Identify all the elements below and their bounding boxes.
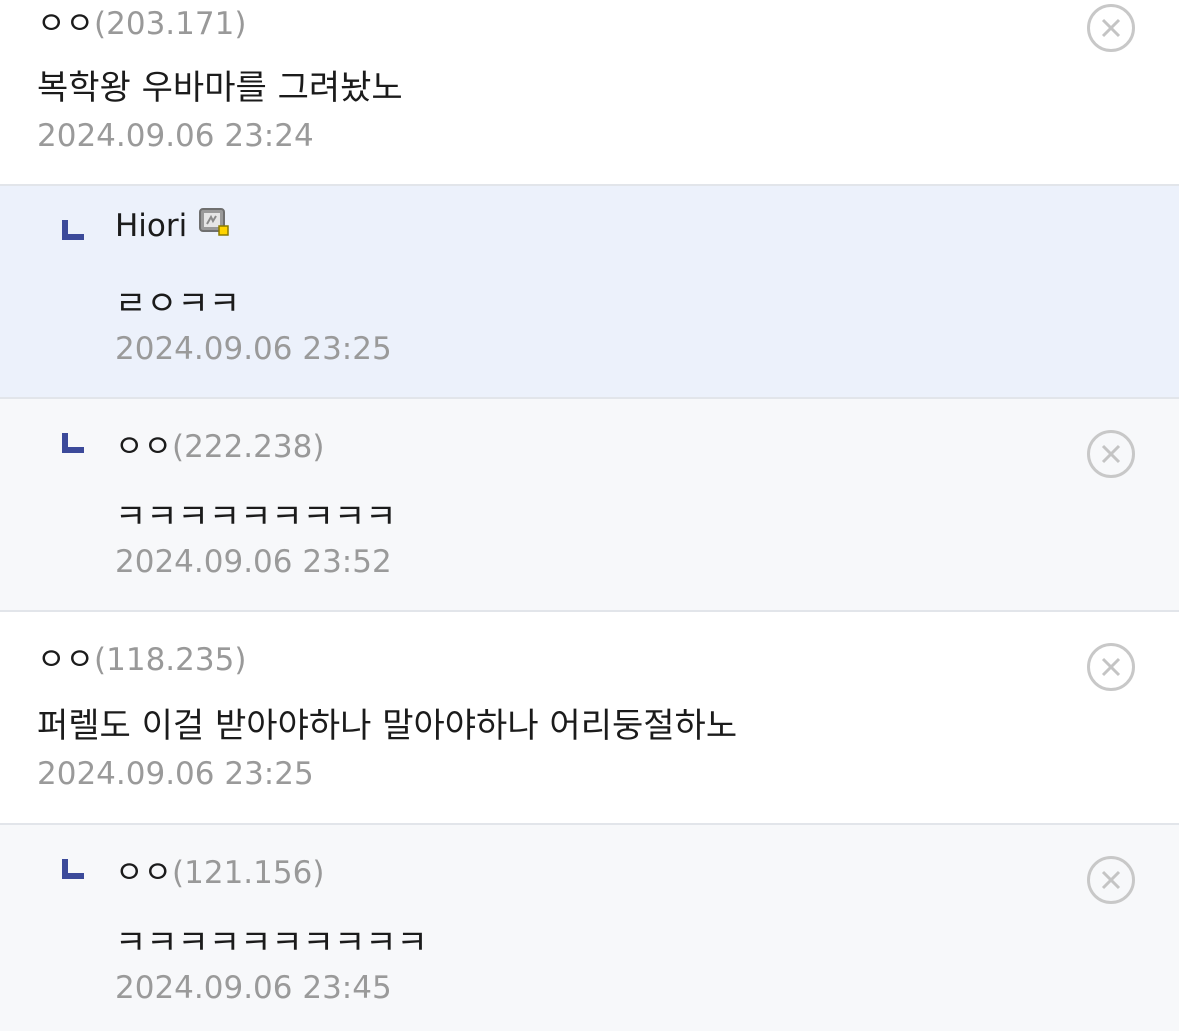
delete-comment-button[interactable]	[1087, 430, 1135, 478]
comment-author[interactable]: ㅇㅇ (118.235)	[37, 634, 246, 679]
comment-time: 2024.09.06 23:45	[115, 970, 392, 1006]
comment-time: 2024.09.06 23:52	[115, 544, 392, 580]
comment-author[interactable]: ㅇㅇ (121.156)	[115, 847, 324, 892]
reply-item: Hiori ㄹㅇㅋㅋ 2024.09.06 23:25	[0, 186, 1179, 399]
comment-nickname: ㅇㅇ	[115, 429, 173, 465]
comment-time: 2024.09.06 23:24	[37, 118, 314, 154]
comment-text: 복학왕 우바마를 그려놨노	[37, 68, 403, 108]
delete-x-icon	[1101, 657, 1121, 677]
comment-nickname: ㅇㅇ	[37, 6, 95, 42]
comment-time: 2024.09.06 23:25	[37, 756, 314, 792]
comment-author[interactable]: Hiori	[115, 208, 229, 244]
comment-nickname: ㅇㅇ	[115, 855, 173, 891]
comment-ip: (121.156)	[172, 855, 325, 891]
comment-author[interactable]: ㅇㅇ (203.171)	[37, 0, 246, 43]
gallog-icon[interactable]	[199, 208, 229, 236]
comment-item: ㅇㅇ (118.235) 퍼렐도 이걸 받아야하나 말아야하나 어리둥절하노 2…	[0, 612, 1179, 825]
comment-item: ㅇㅇ (203.171) 복학왕 우바마를 그려놨노 2024.09.06 23…	[0, 0, 1179, 186]
comment-ip: (222.238)	[172, 429, 325, 465]
comment-ip: (118.235)	[94, 642, 247, 678]
comment-ip: (203.171)	[94, 6, 247, 42]
delete-x-icon	[1101, 870, 1121, 890]
comment-text: ㅋㅋㅋㅋㅋㅋㅋㅋㅋㅋ	[115, 923, 428, 963]
comment-text: ㄹㅇㅋㅋ	[115, 284, 241, 324]
comment-text: 퍼렐도 이걸 받아야하나 말아야하나 어리둥절하노	[37, 706, 738, 746]
comment-time: 2024.09.06 23:25	[115, 331, 392, 367]
comment-text: ㅋㅋㅋㅋㅋㅋㅋㅋㅋ	[115, 497, 397, 537]
delete-x-icon	[1101, 18, 1121, 38]
delete-comment-button[interactable]	[1087, 643, 1135, 691]
comment-author[interactable]: ㅇㅇ (222.238)	[115, 421, 324, 466]
reply-arrow-icon	[62, 433, 84, 453]
reply-arrow-icon	[62, 220, 84, 240]
reply-item: ㅇㅇ (222.238) ㅋㅋㅋㅋㅋㅋㅋㅋㅋ 2024.09.06 23:52	[0, 399, 1179, 612]
delete-x-icon	[1101, 444, 1121, 464]
comment-nickname: ㅇㅇ	[37, 642, 95, 678]
delete-comment-button[interactable]	[1087, 856, 1135, 904]
comment-nickname: Hiori	[115, 208, 188, 244]
reply-item: ㅇㅇ (121.156) ㅋㅋㅋㅋㅋㅋㅋㅋㅋㅋ 2024.09.06 23:45	[0, 825, 1179, 1031]
reply-arrow-icon	[62, 859, 84, 879]
delete-comment-button[interactable]	[1087, 4, 1135, 52]
